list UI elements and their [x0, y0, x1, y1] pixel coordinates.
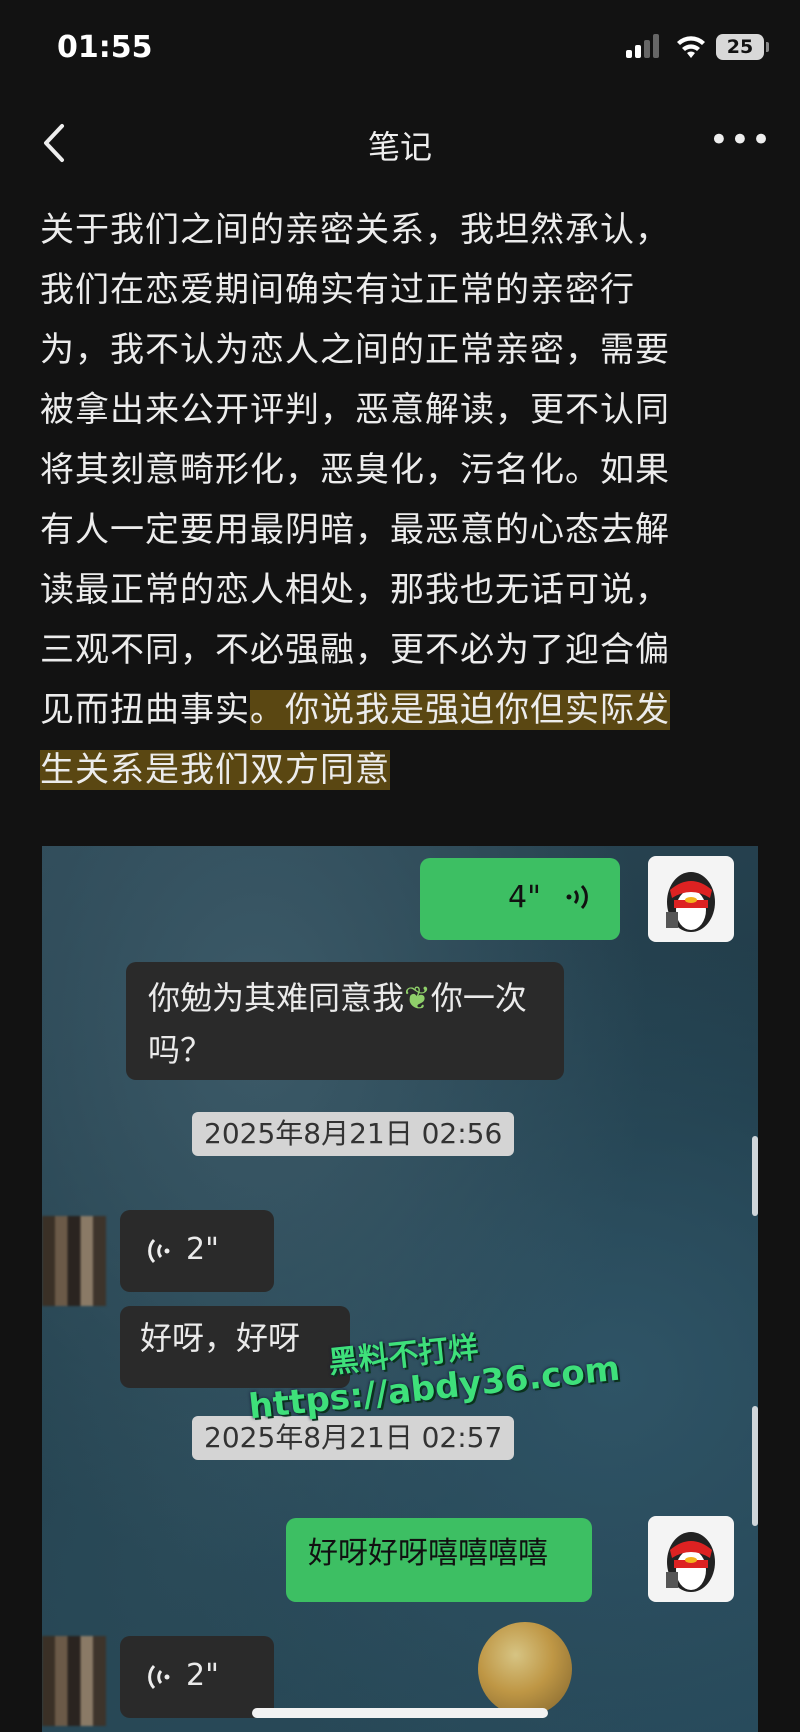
home-indicator[interactable]	[252, 1708, 548, 1718]
note-line: 生关系是我们双方同意	[40, 740, 740, 800]
note-line: 关于我们之间的亲密关系，我坦然承认，	[40, 210, 670, 250]
note-line: 三观不同，不必强融，更不必为了迎合偏	[40, 630, 670, 670]
message-line: 吗？	[148, 1031, 213, 1069]
text-message-incoming[interactable]: 你勉为其难同意我❦你一次 吗？	[126, 962, 564, 1080]
message-text: 好呀好呀嘻嘻嘻嘻	[308, 1536, 548, 1571]
highlighted-text: 生关系是我们双方同意	[40, 750, 390, 790]
note-line: 我们在恋爱期间确实有过正常的亲密行	[40, 270, 635, 310]
page-title: 笔记	[367, 128, 432, 166]
message-text: 好呀，好呀	[140, 1319, 301, 1357]
nav-bar: 笔记 •••	[0, 100, 800, 190]
text-message-outgoing[interactable]: 好呀好呀嘻嘻嘻嘻	[286, 1518, 592, 1602]
note-line: 为，我不认为恋人之间的正常亲密，需要	[40, 330, 670, 370]
text-message-incoming[interactable]: 好呀，好呀	[120, 1306, 350, 1388]
note-line: 将其刻意畸形化，恶臭化，污名化。如果	[40, 450, 670, 490]
scrollbar[interactable]	[752, 1136, 758, 1216]
note-line: 读最正常的恋人相处，那我也无话可说，	[40, 570, 670, 610]
note-line: 见而扭曲事实。你说我是强迫你但实际发	[40, 680, 740, 740]
floating-orb-icon[interactable]	[478, 1622, 572, 1716]
voice-duration: 4"	[508, 880, 541, 915]
scrollbar[interactable]	[752, 1406, 758, 1526]
note-body: 关于我们之间的亲密关系，我坦然承认， 我们在恋爱期间确实有过正常的亲密行 为，我…	[40, 200, 740, 800]
wifi-icon	[677, 36, 705, 58]
cellular-signal-icon	[626, 34, 664, 58]
voice-duration: 2"	[186, 1232, 219, 1267]
voice-message-incoming[interactable]: 2"	[120, 1636, 274, 1718]
status-time: 01:55	[57, 30, 153, 65]
highlighted-text: 。你说我是强迫你但实际发	[250, 690, 670, 730]
voice-wave-icon	[566, 884, 588, 910]
avatar-blurred[interactable]	[42, 1216, 106, 1306]
note-line: 被拿出来公开评判，恶意解读，更不认同	[40, 390, 670, 430]
message-text: 你一次	[430, 979, 527, 1017]
more-options-icon[interactable]: •••	[709, 120, 772, 160]
voice-wave-icon	[148, 1664, 170, 1690]
penguin-avatar-icon	[666, 872, 715, 932]
avatar[interactable]	[648, 856, 734, 942]
status-bar: 01:55 25	[0, 0, 800, 100]
timestamp: 2025年8月21日 02:56	[192, 1112, 515, 1156]
voice-wave-icon	[148, 1238, 170, 1264]
battery-indicator: 25	[716, 34, 769, 60]
voice-message-incoming[interactable]: 2"	[120, 1210, 274, 1292]
avatar[interactable]	[648, 1516, 734, 1602]
penguin-avatar-icon	[666, 1532, 715, 1592]
message-text: 你勉为其难同意我	[148, 979, 405, 1017]
avatar-blurred[interactable]	[42, 1636, 106, 1726]
voice-duration: 2"	[186, 1658, 219, 1693]
note-text: 见而扭曲事实	[40, 690, 250, 730]
note-line: 有人一定要用最阴暗，最恶意的心态去解	[40, 510, 670, 550]
voice-message-outgoing[interactable]: 4"	[420, 858, 620, 940]
message-line: 你勉为其难同意我❦你一次	[148, 972, 542, 1024]
leaf-emoji-icon: ❦	[404, 979, 431, 1017]
chat-screenshot: 4" 你勉为其难同意我❦你一次 吗？ 2025年8月21日 02:56 2" 好…	[42, 846, 758, 1732]
timestamp: 2025年8月21日 02:57	[192, 1416, 515, 1460]
